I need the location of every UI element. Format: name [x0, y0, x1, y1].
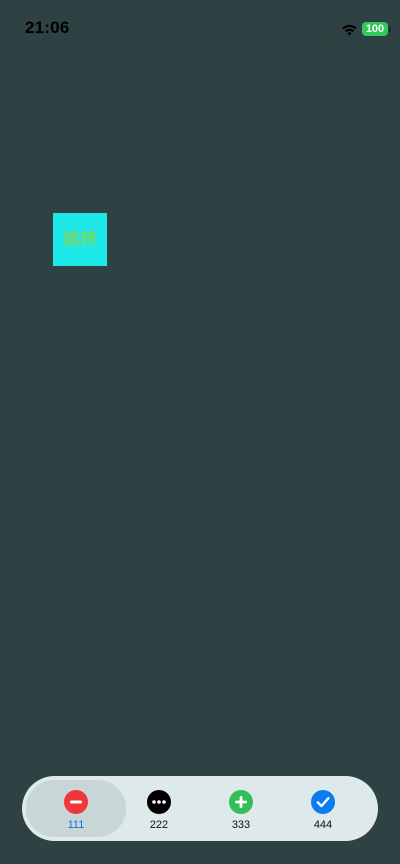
minus-circle-icon	[64, 790, 88, 814]
status-time: 21:06	[25, 18, 70, 37]
tab-444[interactable]: 444	[273, 780, 373, 837]
jump-button[interactable]: 跳转	[53, 213, 107, 266]
battery-tip	[389, 27, 391, 32]
plus-circle-icon	[229, 790, 253, 814]
status-bar: 21:06 100	[0, 0, 400, 56]
cellular-dots-icon	[318, 31, 338, 35]
checkmark-circle-icon	[311, 790, 335, 814]
ellipsis-circle-icon	[147, 790, 171, 814]
battery-indicator: 100	[362, 22, 388, 36]
wifi-icon	[342, 24, 357, 36]
tab-label: 444	[313, 819, 333, 831]
tab-bar: 111 222 333 444	[22, 776, 378, 841]
